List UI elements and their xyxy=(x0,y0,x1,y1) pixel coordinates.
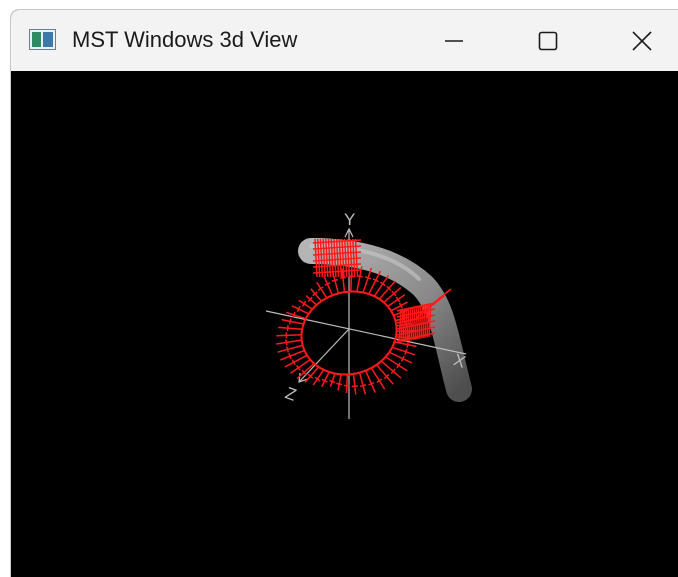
window-title: MST Windows 3d View xyxy=(72,27,298,52)
title-bar[interactable]: MST Windows 3d View xyxy=(11,10,678,71)
force-vector xyxy=(329,373,336,387)
force-vector xyxy=(380,360,402,379)
force-vector-tick xyxy=(404,348,408,355)
force-vector-tick xyxy=(364,276,372,280)
force-vector xyxy=(296,363,315,379)
force-vector-tick xyxy=(288,353,292,360)
minimize-button[interactable] xyxy=(431,10,477,71)
force-vector xyxy=(310,288,323,302)
force-vector xyxy=(362,267,373,293)
force-vector xyxy=(358,372,367,395)
force-vector xyxy=(391,346,416,356)
close-button[interactable] xyxy=(619,10,665,71)
close-icon xyxy=(632,30,652,51)
force-vector xyxy=(323,276,334,296)
force-vector-tick xyxy=(360,384,367,388)
axis-label-z: Z xyxy=(283,383,299,404)
force-vector-tick xyxy=(286,346,290,353)
force-vector-tick xyxy=(336,382,343,386)
ring-vectors xyxy=(276,266,417,395)
force-vector-tick xyxy=(331,278,338,282)
force-vector xyxy=(276,339,302,345)
3d-viewport[interactable]: Y X Z xyxy=(11,71,678,577)
force-vector xyxy=(352,373,357,395)
app-window-icon xyxy=(29,29,56,50)
force-vector xyxy=(276,334,302,337)
3d-scene[interactable]: Y X Z xyxy=(11,71,678,577)
maximize-icon xyxy=(538,31,558,50)
force-vector xyxy=(345,374,349,394)
axis-label-y: Y xyxy=(344,210,355,229)
force-vector-tick xyxy=(351,385,358,388)
force-vector xyxy=(337,374,342,391)
force-vector xyxy=(281,318,304,325)
force-vector-tick xyxy=(406,341,410,348)
force-vector-tick xyxy=(286,325,289,332)
minimize-icon xyxy=(445,39,463,42)
app-window: MST Windows 3d View Y X Z xyxy=(10,9,678,577)
force-vector-tick xyxy=(288,318,292,325)
force-vector-tick xyxy=(339,276,346,279)
maximize-button[interactable] xyxy=(525,10,571,71)
force-vector-tick xyxy=(285,339,288,346)
force-vector-tick xyxy=(329,379,336,384)
force-vector xyxy=(278,326,303,331)
force-vector xyxy=(277,344,303,353)
force-vector xyxy=(364,370,376,393)
